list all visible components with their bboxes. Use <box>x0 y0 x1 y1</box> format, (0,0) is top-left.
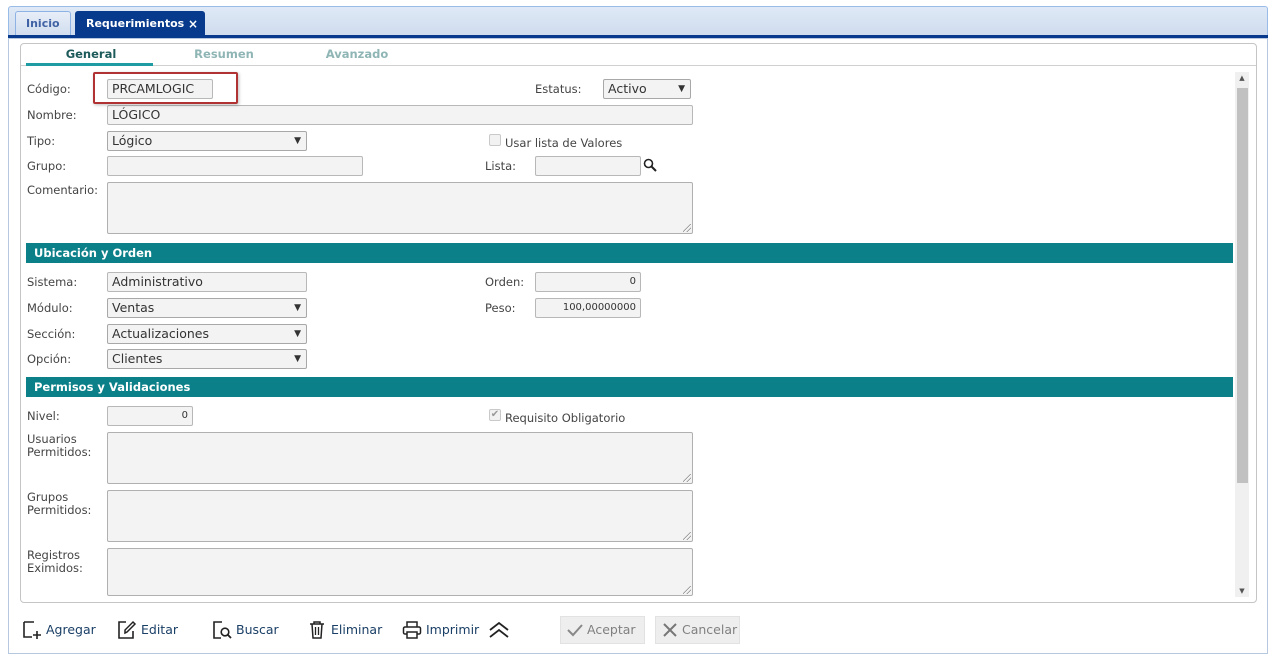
subtab-general[interactable]: General <box>41 47 141 61</box>
find-icon <box>213 621 232 639</box>
nombre-input[interactable]: LÓGICO <box>107 105 693 125</box>
lista-label: Lista: <box>485 159 517 173</box>
tipo-label: Tipo: <box>27 134 56 148</box>
requisito-obligatorio-label: Requisito Obligatorio <box>505 411 626 425</box>
eliminar-button[interactable]: Eliminar <box>307 616 387 644</box>
grupo-label: Grupo: <box>27 159 67 173</box>
imprimir-button[interactable]: Imprimir <box>402 616 482 644</box>
cancelar-button[interactable]: Cancelar <box>655 616 740 644</box>
buscar-label: Buscar <box>236 622 279 637</box>
tab-requerimientos[interactable]: Requerimientos × <box>75 11 205 37</box>
usar-lista-checkbox[interactable] <box>489 134 501 146</box>
search-icon[interactable] <box>643 158 657 172</box>
dropdown-arrow-icon: ▼ <box>678 84 685 94</box>
estatus-select[interactable]: Activo ▼ <box>603 79 691 99</box>
comentario-label: Comentario: <box>27 183 99 197</box>
aceptar-button[interactable]: Aceptar <box>560 616 645 644</box>
grupos-permitidos-textarea[interactable] <box>107 490 693 542</box>
seccion-select[interactable]: Actualizaciones ▼ <box>107 324 307 344</box>
editar-label: Editar <box>141 622 179 637</box>
dropdown-arrow-icon: ▼ <box>294 354 301 364</box>
seccion-value: Actualizaciones <box>112 326 209 341</box>
comentario-textarea[interactable] <box>107 182 693 234</box>
codigo-highlight <box>93 72 238 104</box>
tipo-value: Lógico <box>112 133 153 148</box>
tipo-select[interactable]: Lógico ▼ <box>107 131 307 151</box>
subtab-resumen[interactable]: Resumen <box>174 47 274 61</box>
lista-input[interactable] <box>535 156 641 176</box>
resize-grip-icon[interactable] <box>683 586 691 594</box>
grupos-label-line1: Grupos <box>27 490 69 504</box>
estatus-value: Activo <box>608 81 647 96</box>
opcion-value: Clientes <box>112 351 163 366</box>
add-icon <box>23 621 41 639</box>
dropdown-arrow-icon: ▼ <box>294 329 301 339</box>
grupo-input[interactable] <box>107 156 363 176</box>
form-panel: General Resumen Avanzado Código: PRCAMLO… <box>20 43 1257 603</box>
grupos-label-line2: Permitidos: <box>27 503 92 517</box>
modulo-value: Ventas <box>112 300 155 315</box>
imprimir-label: Imprimir <box>426 622 480 637</box>
seccion-label: Sección: <box>27 327 76 341</box>
opcion-label: Opción: <box>27 352 72 366</box>
collapse-up-icon[interactable] <box>488 621 510 639</box>
sistema-input[interactable]: Administrativo <box>107 272 307 292</box>
sistema-label: Sistema: <box>27 275 78 289</box>
dropdown-arrow-icon: ▼ <box>294 136 301 146</box>
resize-grip-icon[interactable] <box>683 224 691 232</box>
aceptar-label: Aceptar <box>587 622 636 637</box>
usuarios-permitidos-textarea[interactable] <box>107 432 693 484</box>
nombre-label: Nombre: <box>27 108 77 122</box>
editar-button[interactable]: Editar <box>117 616 181 644</box>
close-icon[interactable]: × <box>188 12 198 36</box>
nivel-label: Nivel: <box>27 409 60 423</box>
edit-icon <box>118 620 137 639</box>
vertical-scrollbar[interactable]: ▲ ▼ <box>1235 72 1249 597</box>
usar-lista-label: Usar lista de Valores <box>505 136 623 150</box>
nivel-input[interactable]: 0 <box>107 406 193 426</box>
estatus-label: Estatus: <box>535 82 582 96</box>
requisito-obligatorio-checkbox[interactable]: ✔ <box>489 409 501 421</box>
tab-inicio[interactable]: Inicio <box>15 11 71 37</box>
opcion-select[interactable]: Clientes ▼ <box>107 349 307 369</box>
tab-requerimientos-label: Requerimientos <box>86 17 185 30</box>
subtab-avanzado[interactable]: Avanzado <box>307 47 407 61</box>
orden-label: Orden: <box>485 275 525 289</box>
usuarios-label-line1: Usuarios <box>27 432 77 446</box>
codigo-label: Código: <box>27 82 71 96</box>
dropdown-arrow-icon: ▼ <box>294 303 301 313</box>
peso-label: Peso: <box>485 301 516 315</box>
resize-grip-icon[interactable] <box>683 532 691 540</box>
subtab-active-indicator <box>26 63 153 66</box>
cancelar-label: Cancelar <box>682 622 738 637</box>
usuarios-label-line2: Permitidos: <box>27 445 92 459</box>
modulo-select[interactable]: Ventas ▼ <box>107 298 307 318</box>
buscar-button[interactable]: Buscar <box>212 616 282 644</box>
registros-eximidos-textarea[interactable] <box>107 548 693 596</box>
tab-strip: Inicio Requerimientos × <box>8 6 1268 37</box>
orden-input[interactable]: 0 <box>535 272 641 292</box>
resize-grip-icon[interactable] <box>683 474 691 482</box>
scroll-down-icon[interactable]: ▼ <box>1237 587 1247 595</box>
printer-icon <box>402 621 422 639</box>
scrollbar-thumb[interactable] <box>1237 88 1248 483</box>
subtab-bar: General Resumen Avanzado <box>21 44 1256 66</box>
section-permisos-validaciones: Permisos y Validaciones <box>26 377 1233 397</box>
modulo-label: Módulo: <box>27 301 73 315</box>
check-icon <box>567 624 583 637</box>
eliminar-label: Eliminar <box>331 622 383 637</box>
trash-icon <box>310 621 324 639</box>
registros-label-line2: Eximidos: <box>27 561 83 575</box>
scroll-up-icon[interactable]: ▲ <box>1237 74 1247 82</box>
registros-label-line1: Registros <box>27 548 81 562</box>
agregar-label: Agregar <box>46 622 96 637</box>
peso-input[interactable]: 100,00000000 <box>535 298 641 318</box>
close-x-icon <box>663 623 677 637</box>
agregar-button[interactable]: Agregar <box>22 616 98 644</box>
section-ubicacion-orden: Ubicación y Orden <box>26 243 1233 263</box>
